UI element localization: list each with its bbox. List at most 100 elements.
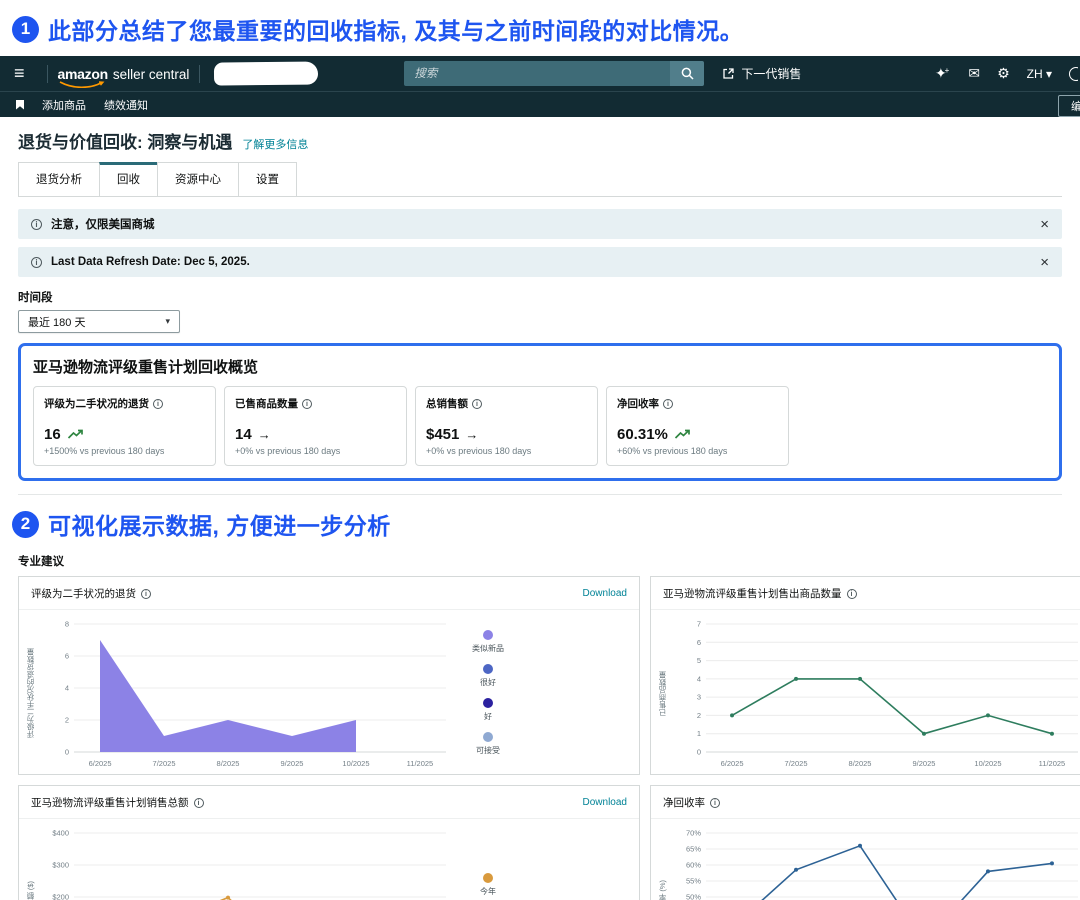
tab-recovery[interactable]: 回收 <box>99 162 158 196</box>
period-label: 时间段 <box>18 289 1062 305</box>
chart-title: 评级为二手状况的退货 <box>31 586 136 601</box>
legend-item[interactable]: 今年 <box>480 873 496 897</box>
amazon-smile-icon <box>59 81 105 88</box>
annotation-step-2-text: 可视化展示数据, 方便进一步分析 <box>48 507 391 541</box>
y-axis-label: 已售商品数量 <box>657 671 670 716</box>
svg-text:65%: 65% <box>686 845 701 854</box>
legend-label: 好 <box>484 711 492 722</box>
svg-text:$400: $400 <box>52 829 69 838</box>
panel-header: 净回收率 i Download <box>651 786 1080 819</box>
svg-text:60%: 60% <box>686 861 701 870</box>
close-icon[interactable]: × <box>1040 217 1049 232</box>
search-button[interactable] <box>670 61 704 86</box>
info-icon: i <box>31 257 42 268</box>
search-icon <box>681 67 694 80</box>
seller-central-logo-text: seller central <box>113 67 190 82</box>
svg-text:7/2025: 7/2025 <box>153 759 176 768</box>
metric-card: 净回收率 i60.31% +60% vs previous 180 days <box>606 386 789 466</box>
metric-value: 14 → <box>235 426 396 443</box>
chart-title: 亚马逊物流评级重售计划销售总额 <box>31 795 189 810</box>
metric-value: $451 → <box>426 426 587 443</box>
chart-title: 亚马逊物流评级重售计划售出商品数量 <box>663 586 842 601</box>
svg-text:6/2025: 6/2025 <box>89 759 112 768</box>
tab-settings[interactable]: 设置 <box>238 162 297 196</box>
search-input[interactable] <box>404 61 670 86</box>
chevron-down-icon: ▾ <box>165 316 170 327</box>
svg-text:10/2025: 10/2025 <box>974 759 1001 768</box>
legend-item[interactable]: 很好 <box>480 664 496 688</box>
legend-item[interactable]: 类似新品 <box>472 630 504 654</box>
tab-label: 退货分析 <box>36 174 82 186</box>
y-axis-label: 总销售额 ($) <box>25 881 38 900</box>
bookmark-icon[interactable] <box>16 100 24 110</box>
legend-dot <box>483 664 493 674</box>
svg-text:9/2025: 9/2025 <box>281 759 304 768</box>
search-bar <box>404 61 704 86</box>
tab-returns-analysis[interactable]: 退货分析 <box>18 162 100 196</box>
chart-canvas: 012345676/20257/20258/20259/202510/20251… <box>670 614 1080 772</box>
svg-text:6: 6 <box>65 652 69 661</box>
metric-label: 总销售额 i <box>426 396 587 411</box>
svg-text:6: 6 <box>697 638 701 647</box>
info-icon: i <box>472 399 482 409</box>
metric-value: 16 <box>44 426 205 443</box>
legend-dot <box>483 698 493 708</box>
svg-text:2: 2 <box>65 716 69 725</box>
language-selector[interactable]: ZH ▾ <box>1027 67 1052 81</box>
close-icon[interactable]: × <box>1040 255 1049 270</box>
edit-button[interactable]: 编辑 <box>1058 95 1080 117</box>
metric-label: 已售商品数量 i <box>235 396 396 411</box>
alert-us-marketplace: i 注意，仅限美国商城 × <box>18 209 1062 239</box>
chart-canvas: $0$100$200$300$4006/20257/20258/20259/20… <box>38 823 458 900</box>
recommendations-label: 专业建议 <box>18 553 1062 569</box>
page-title: 退货与价值回收: 洞察与机遇 <box>18 128 232 153</box>
next-gen-sales-link[interactable]: 下一代销售 <box>722 65 801 82</box>
settings-gear-icon[interactable]: ⚙ <box>997 65 1010 82</box>
help-icon[interactable] <box>1069 67 1078 81</box>
svg-text:$300: $300 <box>52 861 69 870</box>
annotation-step-1-text: 此部分总结了您最重要的回收指标, 及其与之前时间段的对比情况。 <box>48 12 743 46</box>
download-link[interactable]: Download <box>583 797 627 808</box>
tab-resource-center[interactable]: 资源中心 <box>157 162 239 196</box>
metric-delta: +1500% vs previous 180 days <box>44 446 205 456</box>
svg-text:6/2025: 6/2025 <box>721 759 744 768</box>
legend-item[interactable]: 好 <box>483 698 493 722</box>
time-period-filter: 时间段 最近 180 天 ▾ <box>18 289 1062 333</box>
step-1-badge: 1 <box>12 16 39 43</box>
svg-text:2: 2 <box>697 711 701 720</box>
account-name-redacted <box>214 61 318 85</box>
svg-text:0: 0 <box>697 748 701 757</box>
metric-label: 评级为二手状况的退货 i <box>44 396 205 411</box>
amazon-seller-central-logo[interactable]: amazon seller central <box>58 66 190 82</box>
ai-assistant-icon[interactable]: ✦+ <box>935 65 951 82</box>
period-select[interactable]: 最近 180 天 ▾ <box>18 310 180 333</box>
metric-delta: +0% vs previous 180 days <box>235 446 396 456</box>
metric-label: 净回收率 i <box>617 396 778 411</box>
svg-text:5: 5 <box>697 656 701 665</box>
chart-title: 净回收率 <box>663 795 705 810</box>
svg-text:4: 4 <box>65 684 69 693</box>
recovery-overview-panel: 亚马逊物流评级重售计划回收概览 评级为二手状况的退货 i16 +1500% vs… <box>18 343 1062 481</box>
info-icon: i <box>663 399 673 409</box>
nav-performance-notifications[interactable]: 绩效通知 <box>104 97 148 113</box>
trend-up-icon <box>67 429 84 440</box>
learn-more-link[interactable]: 了解更多信息 <box>242 136 308 152</box>
nav-add-products[interactable]: 添加商品 <box>42 97 86 113</box>
chart-grid: 评级为二手状况的退货 i Download 评级为二手状况的退货数量 02468… <box>18 576 1062 900</box>
svg-text:8: 8 <box>65 620 69 629</box>
legend-item[interactable]: 可接受 <box>476 732 500 756</box>
panel-body: 已售商品数量 012345676/20257/20258/20259/20251… <box>651 610 1080 774</box>
download-link[interactable]: Download <box>583 588 627 599</box>
info-icon: i <box>847 589 857 599</box>
step-2-badge: 2 <box>12 511 39 538</box>
panel-header: 亚马逊物流评级重售计划销售总额 i Download <box>19 786 639 819</box>
info-icon: i <box>141 589 151 599</box>
messages-icon[interactable]: ✉ <box>968 65 980 82</box>
svg-text:10/2025: 10/2025 <box>342 759 369 768</box>
menu-icon[interactable]: ≡ <box>14 63 25 84</box>
topbar-actions: ✦+ ✉ ⚙ ZH ▾ <box>935 65 1080 82</box>
legend-dot <box>483 873 493 883</box>
trend-flat-icon: → <box>465 427 478 442</box>
svg-text:70%: 70% <box>686 829 701 838</box>
metric-cards: 评级为二手状况的退货 i 16 +1500% vs previous 180 da… <box>33 386 1047 466</box>
